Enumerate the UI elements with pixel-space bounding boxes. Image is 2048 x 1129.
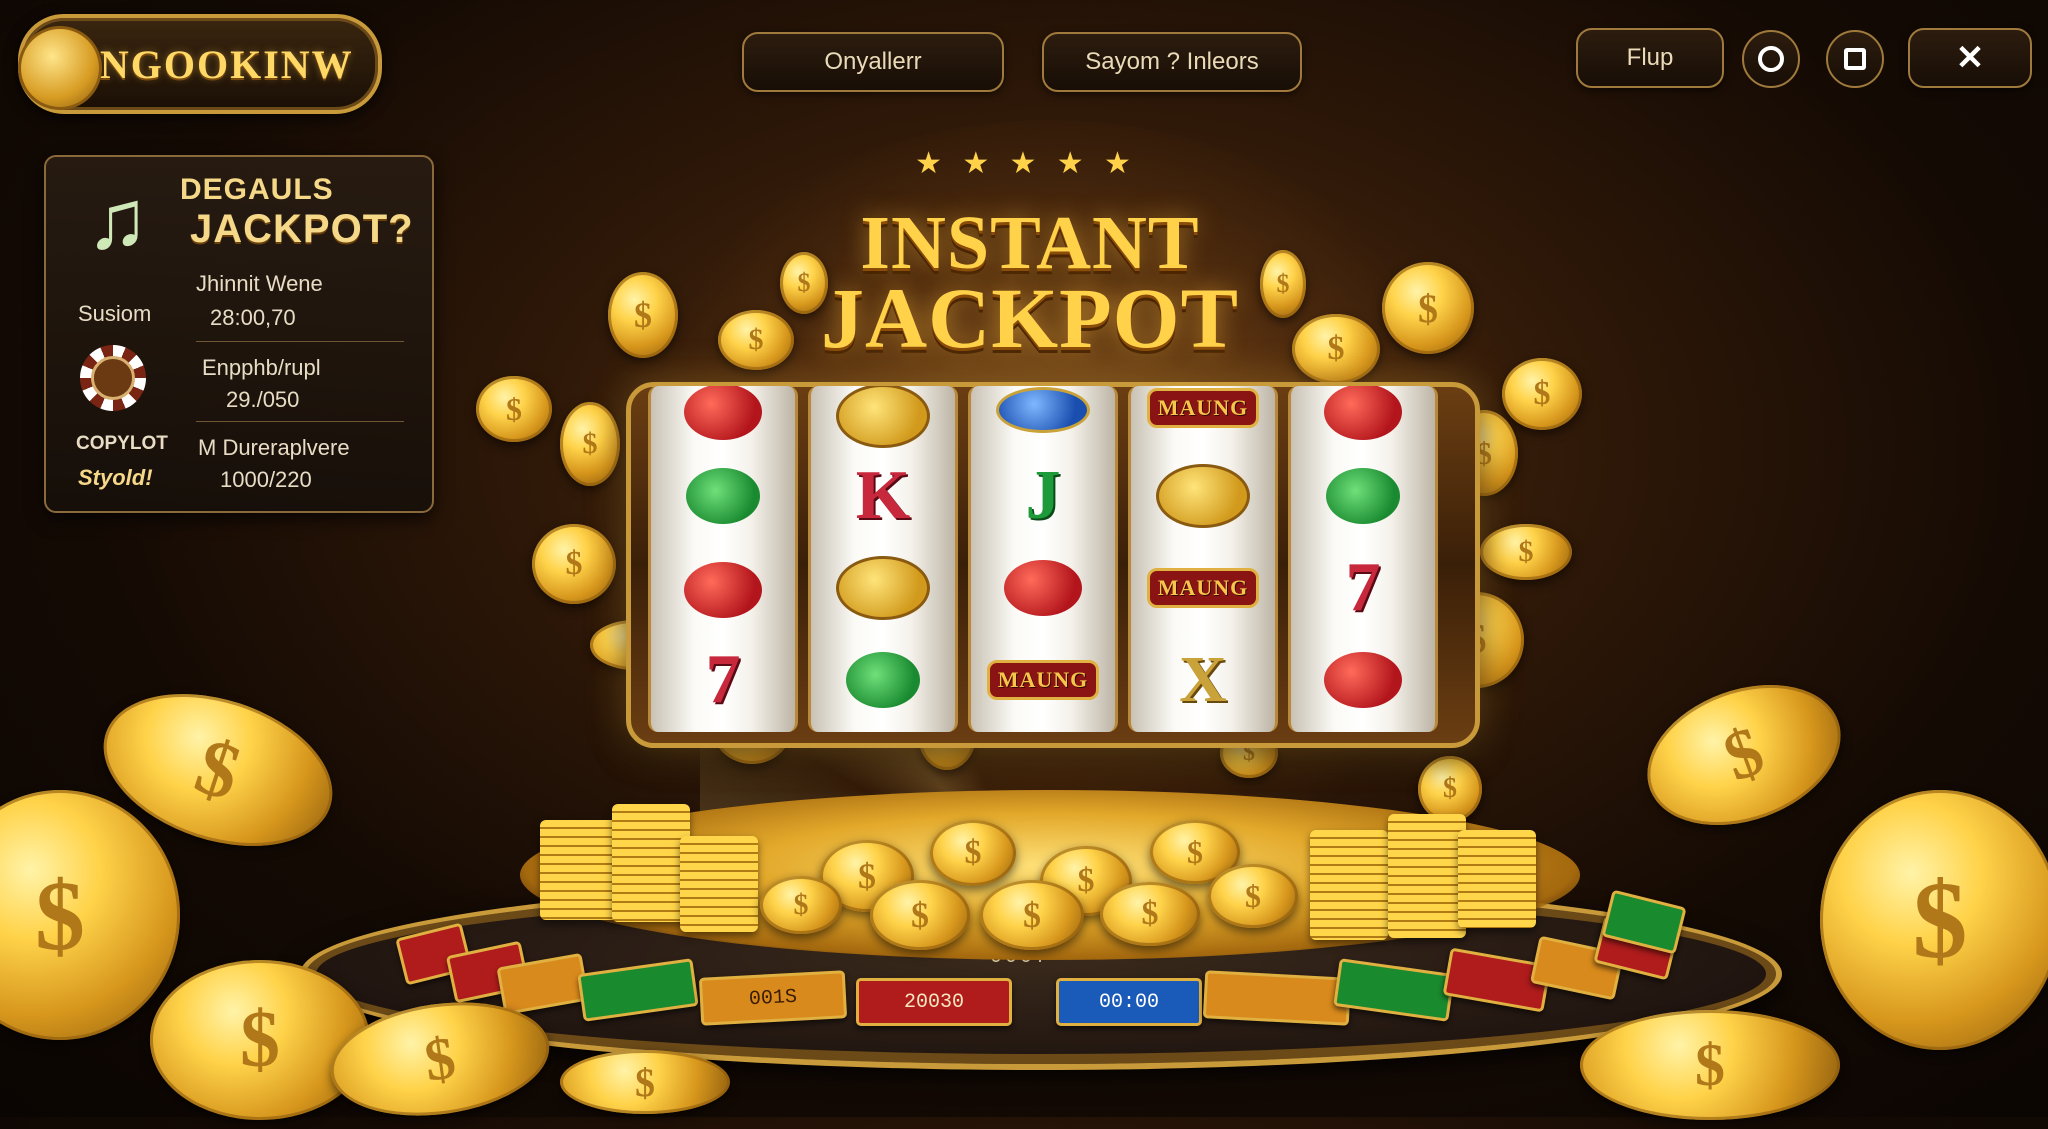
window-circle-button[interactable]	[1742, 30, 1800, 88]
coin-icon: $	[1502, 358, 1582, 430]
coin-icon: $	[1260, 250, 1306, 318]
music-note-icon: ♫	[86, 172, 149, 266]
row-1-title: Jhinnit Wene	[196, 271, 323, 296]
circle-icon	[1758, 46, 1784, 72]
coin-icon: $	[718, 310, 794, 370]
row-3-value: 1000/220	[220, 467, 312, 492]
coin-icon: $	[150, 960, 370, 1120]
coin-icon: $	[1627, 659, 1861, 851]
table-tile[interactable]: 00:00	[1056, 978, 1202, 1026]
table-tile[interactable]: 20030	[856, 978, 1012, 1026]
divider	[196, 421, 404, 422]
reel-symbol	[823, 552, 943, 624]
coin-icon: $	[1382, 262, 1474, 354]
coin-icon: $	[980, 880, 1084, 950]
reel-symbol	[1303, 460, 1423, 532]
coin-icon: $	[1418, 756, 1482, 822]
row-1-label: Susiom	[78, 301, 152, 326]
row-2-value: 29./050	[226, 387, 300, 412]
coin-icon: $	[1820, 790, 2048, 1050]
reel-symbol	[1303, 644, 1423, 716]
reel-symbol	[823, 644, 943, 716]
row-3-label: COPYLOT	[76, 433, 168, 454]
reel-symbol	[663, 554, 783, 626]
logo-text: INGOOKINW	[82, 41, 354, 87]
coin-icon: $	[608, 272, 678, 358]
nav-button-3[interactable]: Flup	[1576, 28, 1724, 88]
coin-icon: $	[0, 790, 180, 1040]
row-3-title: M Dureraplvere	[198, 435, 350, 460]
window-square-button[interactable]	[1826, 30, 1884, 88]
reel-2: K	[808, 386, 958, 732]
coin-icon: $	[1100, 882, 1200, 946]
maung-badge: MAUNG	[1146, 568, 1260, 608]
coin-stack	[612, 804, 690, 922]
reel-3: J MAUNG	[968, 386, 1118, 732]
row-3-label2: Styold!	[78, 465, 153, 490]
reel-4: MAUNG MAUNG X	[1128, 386, 1278, 732]
logo-coin-icon	[18, 26, 102, 110]
maung-badge: MAUNG	[1146, 388, 1260, 428]
coin-icon: $	[532, 524, 616, 604]
row-1-value: 28:00,70	[210, 305, 296, 330]
close-icon: ✕	[1955, 39, 1985, 77]
title-jackpot: JACKPOT	[821, 270, 1239, 366]
coin-icon: $	[560, 1050, 730, 1114]
reel-1: 7	[648, 386, 798, 732]
reel-symbol: MAUNG	[983, 644, 1103, 716]
coin-icon: $	[1292, 314, 1380, 384]
square-icon	[1844, 48, 1866, 70]
coin-icon: $	[930, 820, 1016, 886]
coin-icon: $	[780, 252, 828, 314]
reel-5: 7	[1288, 386, 1438, 732]
reel-symbol: X	[1179, 643, 1227, 716]
title-stars: ★ ★ ★ ★ ★	[915, 147, 1137, 180]
coin-icon: $	[870, 880, 970, 950]
coin-icon: $	[1208, 864, 1298, 928]
coin-stack	[680, 836, 758, 932]
nav-button-2[interactable]: Sayom ? Inleors	[1042, 32, 1302, 92]
maung-badge: MAUNG	[986, 660, 1100, 700]
close-button[interactable]: ✕	[1908, 28, 2032, 88]
coin-stack	[1458, 830, 1536, 928]
table-tile[interactable]: 001S	[698, 970, 848, 1026]
reel-symbol	[1303, 386, 1423, 448]
poker-chip-icon	[80, 345, 146, 411]
divider	[196, 341, 404, 342]
reel-symbol: K	[855, 457, 911, 534]
nav-button-1[interactable]: Onyallerr	[742, 32, 1004, 92]
coin-stack	[1388, 814, 1466, 938]
coin-icon: $	[476, 376, 552, 442]
reel-symbol: MAUNG	[1143, 386, 1263, 444]
reel-symbol: MAUNG	[1143, 552, 1263, 624]
table-tile[interactable]	[1202, 970, 1352, 1026]
reel-symbol	[983, 386, 1103, 446]
reel-symbol	[983, 552, 1103, 624]
coin-icon: $	[760, 876, 842, 934]
panel-heading-large: JACKPOT?	[190, 207, 414, 251]
reel-symbol	[1143, 460, 1263, 532]
coin-stack	[540, 820, 618, 920]
reel-symbol	[663, 386, 783, 448]
reel-symbol: 7	[705, 641, 741, 718]
reel-symbol: 7	[1345, 549, 1381, 626]
jackpot-info-panel: ♫ DEGAULS JACKPOT? Susiom Jhinnit Wene 2…	[44, 155, 434, 513]
coin-icon: $	[1480, 524, 1572, 580]
coin-icon: $	[560, 402, 620, 486]
game-logo[interactable]: INGOOKINW	[18, 14, 382, 114]
row-2-title: Enpphb/rupl	[202, 355, 321, 380]
reel-symbol	[823, 386, 943, 452]
panel-heading-small: DEGAULS	[180, 173, 334, 206]
reel-symbol: J	[1025, 457, 1061, 534]
coin-stack	[1310, 830, 1388, 940]
coin-icon: $	[1580, 1010, 1840, 1120]
reel-symbol	[663, 460, 783, 532]
